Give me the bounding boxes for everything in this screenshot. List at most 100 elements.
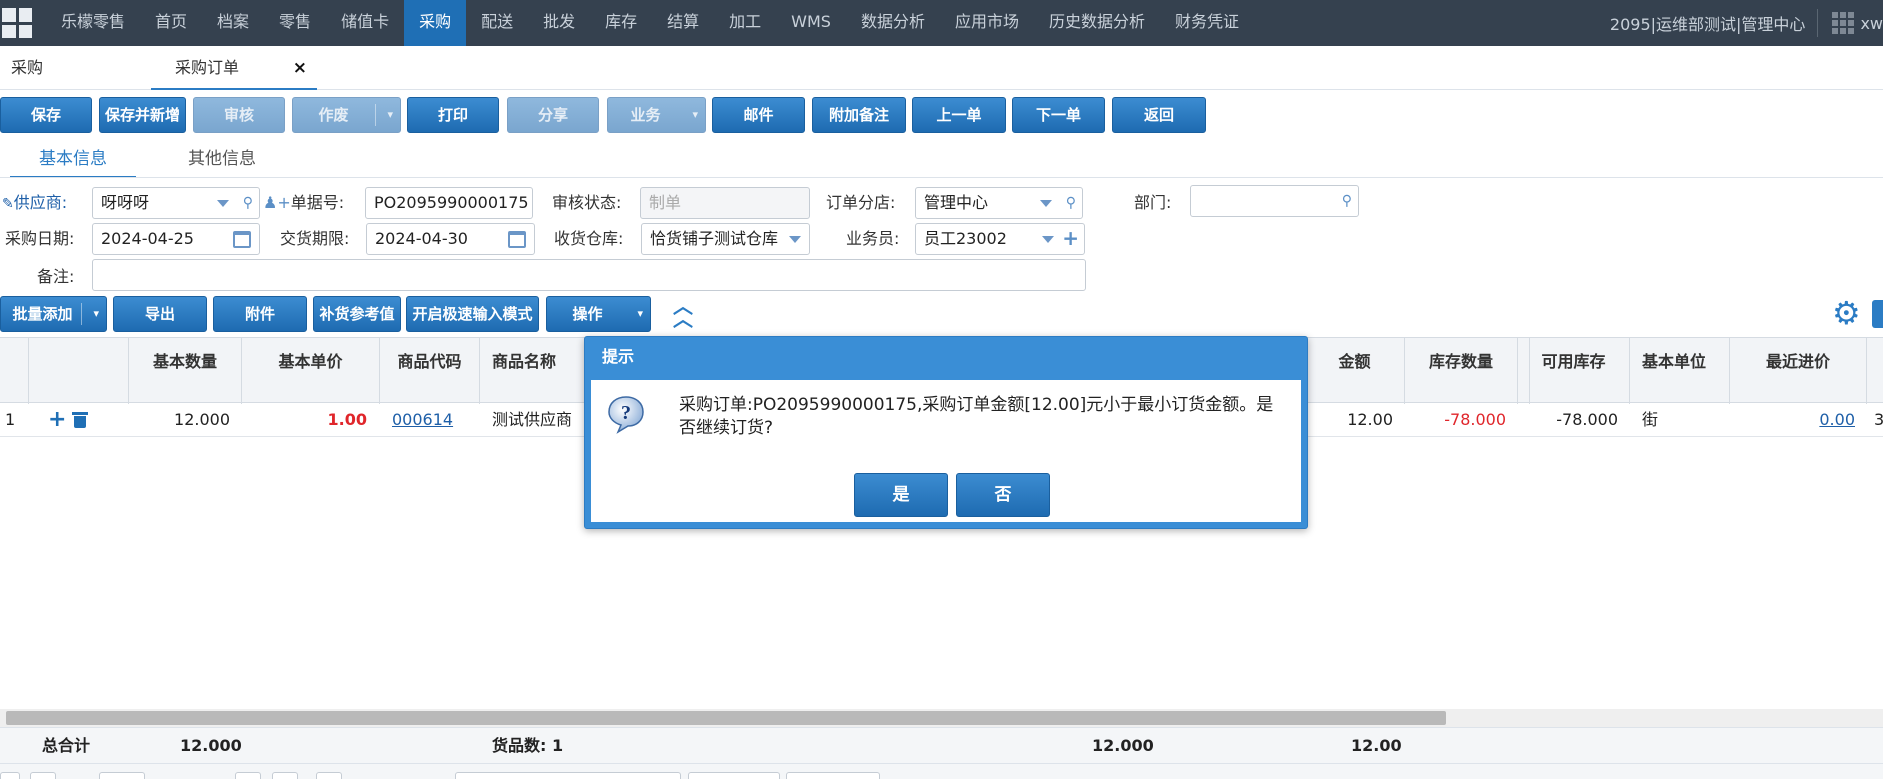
pager-button[interactable] [786,772,880,779]
nav-item-finance-voucher[interactable]: 财务凭证 [1160,0,1254,46]
app-grid-logo-icon[interactable] [2,8,32,38]
order-branch-value: 管理中心 [924,193,989,212]
search-icon[interactable]: ⚲ [243,188,253,218]
horizontal-scrollbar[interactable] [0,709,1883,727]
search-icon[interactable]: ⚲ [1342,186,1352,216]
save-and-new-button[interactable]: 保存并新增 [99,97,186,133]
yes-button[interactable]: 是 [854,473,948,517]
add-note-button[interactable]: 附加备注 [812,97,906,133]
dept-label: 部门: [1134,193,1172,212]
nav-item-inventory[interactable]: 库存 [590,0,652,46]
supplier-field[interactable]: 呀呀呀 ⚲ [92,187,260,219]
salesman-field[interactable]: 员工23002 + [915,223,1085,255]
warehouse-select[interactable]: 恰货铺子测试仓库 [641,223,810,255]
cell-base-qty[interactable]: 12.000 [129,403,230,437]
previous-order-button[interactable]: 上一单 [912,97,1006,133]
header-base-price[interactable]: 基本单价 [242,338,380,404]
nav-item-processing[interactable]: 加工 [714,0,776,46]
header-recent-price[interactable]: 最近进价 [1730,338,1867,404]
next-order-button[interactable]: 下一单 [1012,97,1105,133]
batch-add-button[interactable]: 批量添加 ▾ [0,296,107,332]
pager-button[interactable] [688,772,780,779]
close-icon[interactable]: × [293,46,307,90]
doc-no-field[interactable]: PO2095990000175 [365,187,533,219]
email-button[interactable]: 邮件 [712,97,805,133]
top-nav: 乐檬零售 首页 档案 零售 储值卡 采购 配送 批发 库存 结算 加工 WMS … [0,0,1883,46]
cell-product-code-link[interactable]: 000614 [392,403,453,437]
restock-reference-button[interactable]: 补货参考值 [313,296,401,332]
nav-item-app-market[interactable]: 应用市场 [940,0,1034,46]
chevron-down-icon [1042,236,1054,243]
nav-item-purchase[interactable]: 采购 [404,0,467,46]
supplier-label[interactable]: ✎供应商: [2,187,67,219]
scrollbar-thumb[interactable] [6,711,1446,725]
tab-purchase[interactable]: 采购 [11,46,43,90]
purchase-date-field[interactable]: 2024-04-25 [92,223,260,255]
pager-prev-button[interactable] [30,772,56,779]
search-icon[interactable]: ⚲ [1066,188,1076,218]
nav-item-archives[interactable]: 档案 [202,0,264,46]
header-available-stock[interactable]: 可用库存 [1518,338,1630,404]
nav-item-distribution[interactable]: 配送 [466,0,528,46]
gear-icon[interactable]: ⚙ [1832,296,1861,330]
header-amount[interactable]: 金额 [1305,338,1405,404]
nav-item-settlement[interactable]: 结算 [652,0,714,46]
button-divider [375,104,376,126]
pager-size-select[interactable] [455,772,681,779]
cell-base-price[interactable]: 1.00 [242,403,367,437]
nav-item-retail[interactable]: 零售 [264,0,326,46]
remark-input[interactable] [92,259,1086,291]
operation-button[interactable]: 操作 ▾ [546,296,651,332]
plus-icon[interactable]: + [1062,224,1079,252]
attachment-button[interactable]: 附件 [213,296,307,332]
nav-item-data-analysis[interactable]: 数据分析 [846,0,940,46]
audit-status-field: 制单 [640,187,810,219]
expand-icon[interactable] [1872,300,1883,328]
cell-overflow: 3 [1874,410,1883,429]
divider [0,177,1883,178]
fast-input-mode-button[interactable]: 开启极速输入模式 [406,296,539,332]
business-button[interactable]: 业务 ▾ [607,97,706,133]
nav-item-stored-value-card[interactable]: 储值卡 [326,0,404,46]
tab-other-info[interactable]: 其他信息 [188,146,256,178]
pager-first-button[interactable] [0,772,20,779]
pager-page-input[interactable] [99,772,145,779]
collapse-up-icon[interactable]: ︿ ︿ [672,296,694,329]
nav-item-lemeng-retail[interactable]: 乐檬零售 [46,0,140,46]
dept-field[interactable]: ⚲ [1190,185,1359,217]
delivery-limit-field[interactable]: 2024-04-30 [366,223,535,255]
calendar-icon[interactable] [508,231,526,248]
pager-refresh-button[interactable] [316,772,342,779]
cell-recent-price-link[interactable]: 0.00 [1730,403,1855,437]
edit-icon: ✎ [2,196,14,212]
tab-basic-info[interactable]: 基本信息 [10,146,136,178]
user-avatar-text[interactable]: xw [1860,14,1883,33]
nav-item-wms[interactable]: WMS [776,0,846,46]
tab-purchase-order[interactable]: 采购订单 × [151,46,317,90]
dialog-title: 提示 [602,347,635,366]
share-button[interactable]: 分享 [507,97,599,133]
nav-item-history-analysis[interactable]: 历史数据分析 [1034,0,1160,46]
void-button[interactable]: 作废 ▾ [292,97,401,133]
calendar-icon[interactable] [233,231,251,248]
nav-item-home[interactable]: 首页 [140,0,202,46]
user-info[interactable]: 2095|运维部测试|管理中心 [1610,11,1806,35]
header-stock-qty[interactable]: 库存数量 [1405,338,1518,404]
trash-icon[interactable] [72,412,88,428]
header-product-code[interactable]: 商品代码 [380,338,480,404]
audit-button[interactable]: 审核 [193,97,285,133]
total-sum-2: 12.00 [1351,736,1402,755]
header-base-qty[interactable]: 基本数量 [129,338,242,404]
no-button[interactable]: 否 [956,473,1050,517]
print-button[interactable]: 打印 [407,97,499,133]
header-base-unit[interactable]: 基本单位 [1630,338,1730,404]
pager-last-button[interactable] [272,772,298,779]
order-branch-field[interactable]: 管理中心 ⚲ [915,187,1083,219]
pager-next-button[interactable] [235,772,261,779]
apps-grid-icon[interactable] [1832,12,1855,34]
back-button[interactable]: 返回 [1112,97,1206,133]
export-button[interactable]: 导出 [113,296,207,332]
add-row-icon[interactable]: + [48,403,66,437]
nav-item-wholesale[interactable]: 批发 [528,0,590,46]
save-button[interactable]: 保存 [0,97,92,133]
